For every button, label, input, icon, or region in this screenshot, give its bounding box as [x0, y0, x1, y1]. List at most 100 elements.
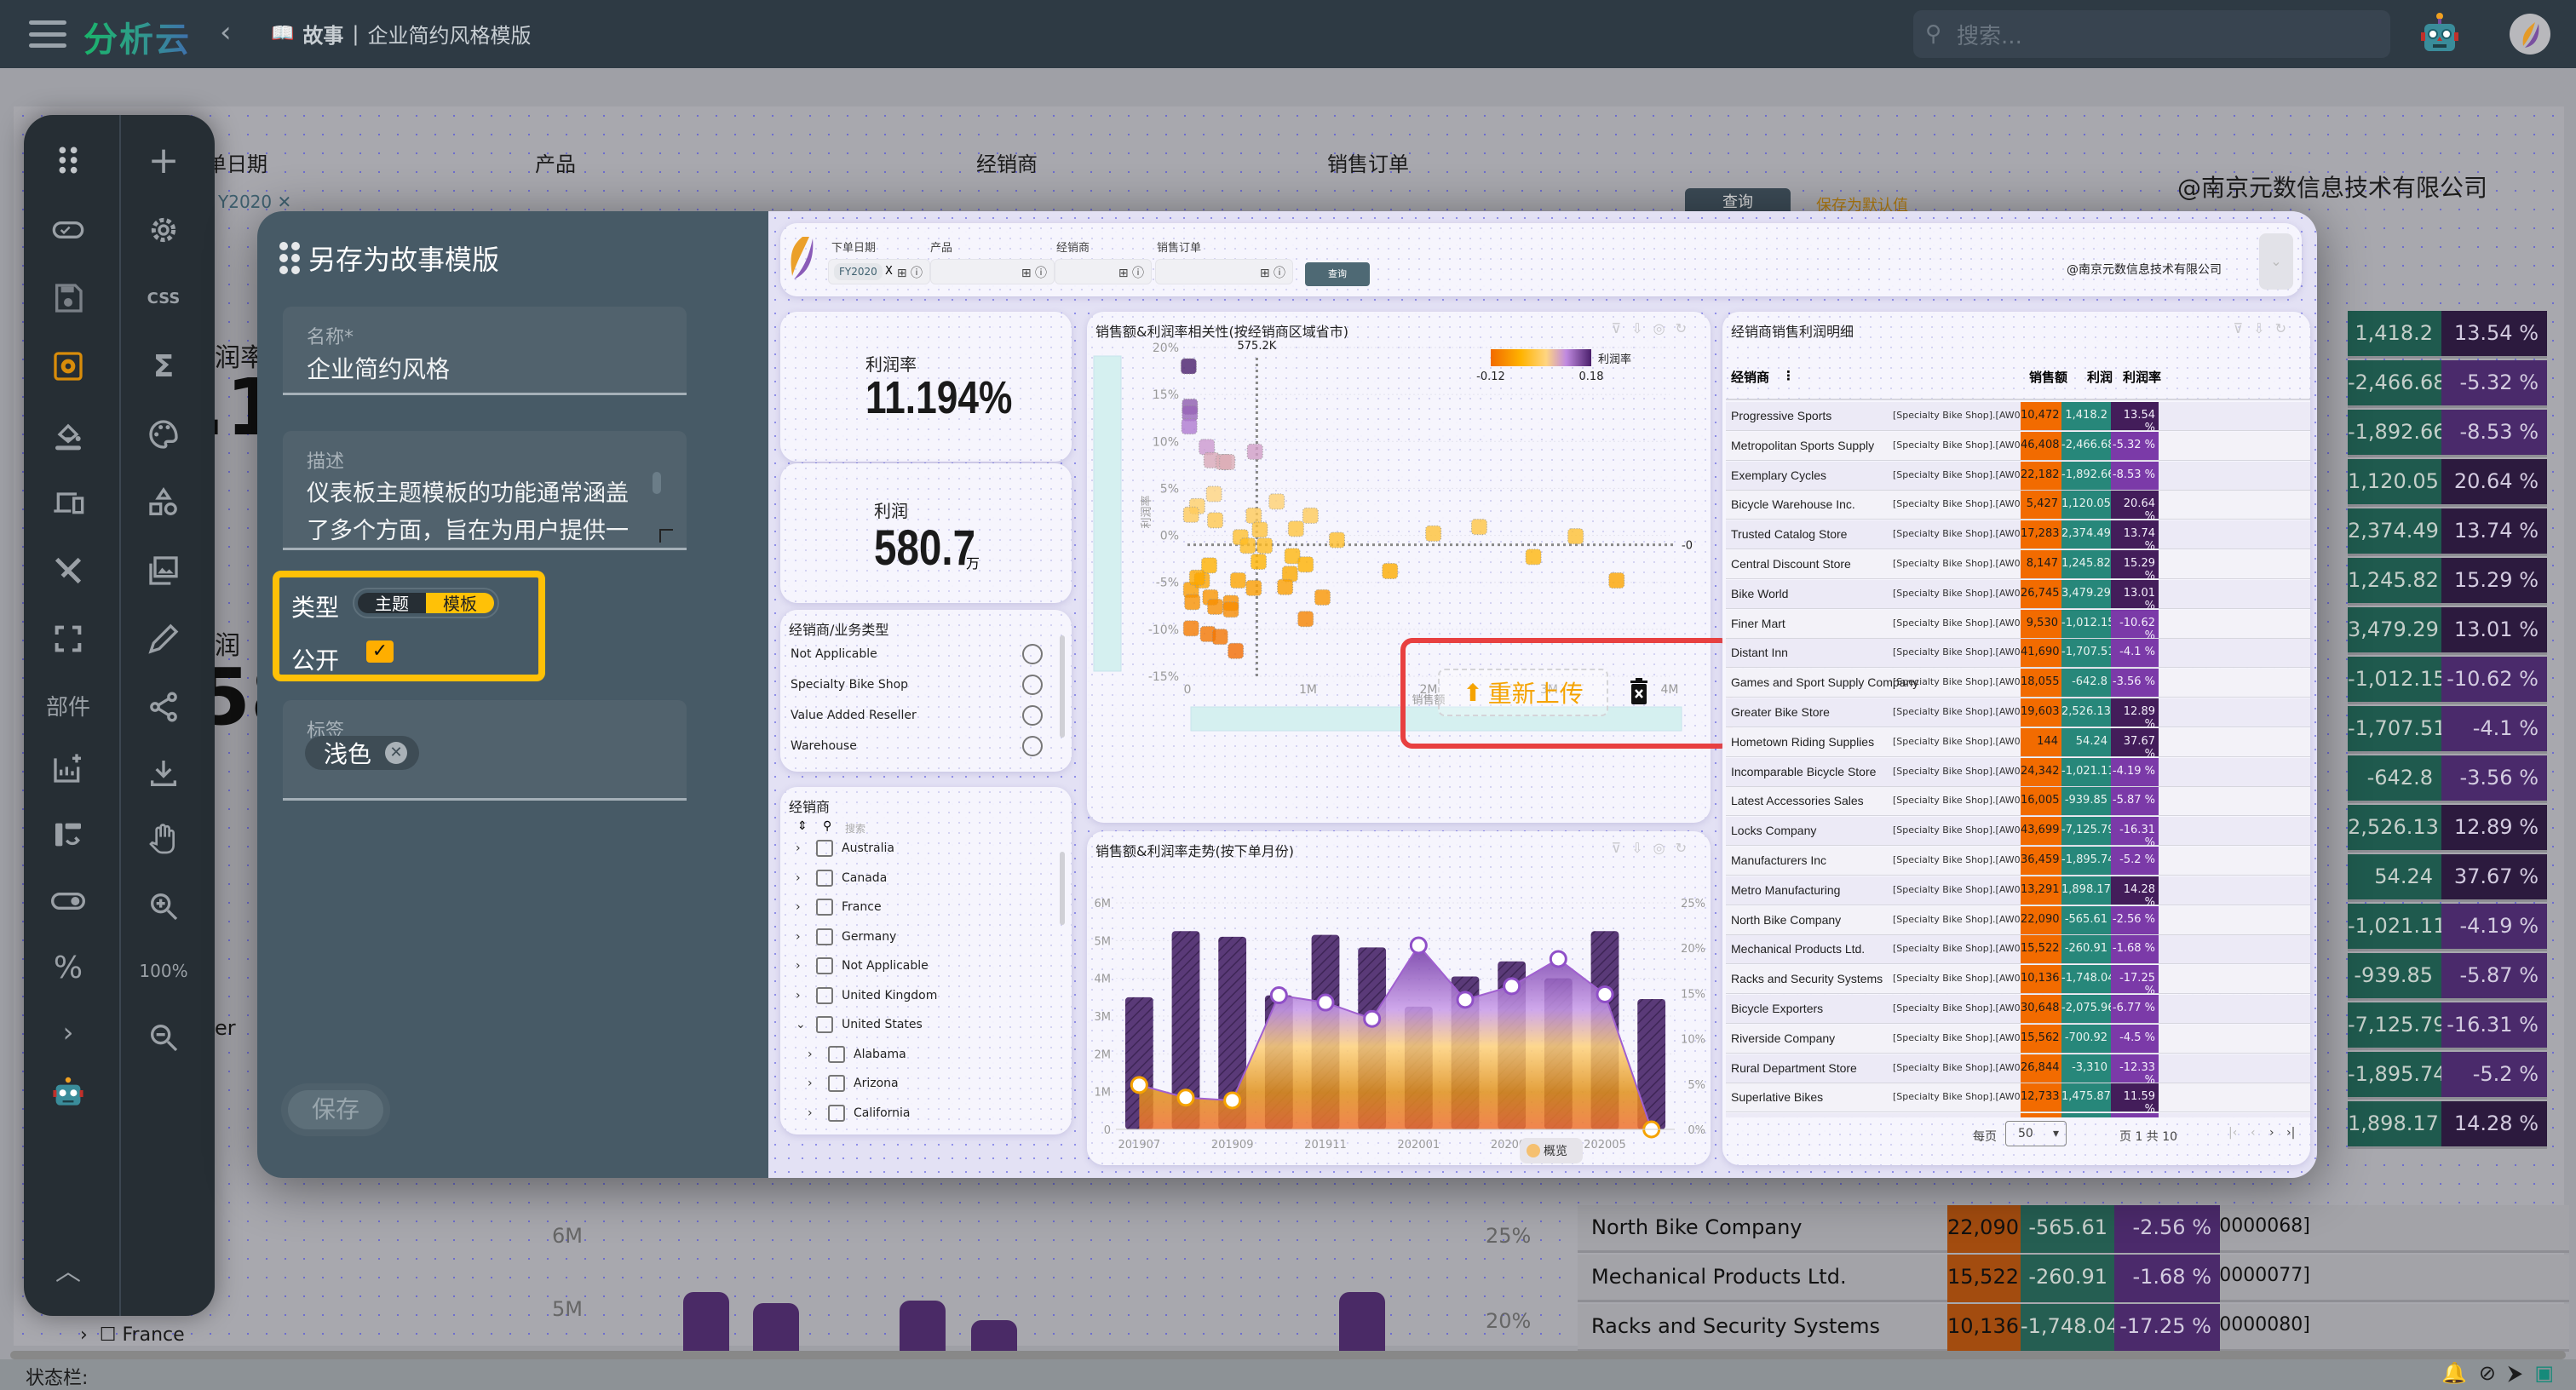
table-row[interactable]: Progressive Sports [Specialty Bike Shop].… — [1726, 402, 2310, 434]
business-type-option[interactable]: Specialty Bike Shop — [791, 678, 908, 692]
global-search[interactable]: ⚲ 搜索... — [1913, 10, 2390, 58]
tree-item[interactable]: › Australia — [796, 840, 894, 857]
scatter-point[interactable] — [1470, 519, 1487, 536]
table-row[interactable]: Incomparable Bicycle Store [Specialty Bik… — [1726, 757, 2310, 787]
expand-chevron-icon[interactable]: › — [808, 1077, 819, 1090]
filter-dealer-input[interactable]: ⊞ ⓘ — [1055, 259, 1152, 284]
scatter-point[interactable] — [1525, 549, 1542, 566]
table-toolbar-icons[interactable]: ⊽⇩↻ — [2233, 320, 2297, 336]
tree-item[interactable]: › Not Applicable — [796, 957, 929, 974]
table-row[interactable]: Rural Department Store [Specialty Bike Sh… — [1726, 1054, 2310, 1087]
table-row[interactable]: Racks and Security Systems [Specialty Bik… — [1726, 965, 2310, 997]
profit-rate-point[interactable] — [1130, 1076, 1148, 1094]
profit-rate-point[interactable] — [1409, 936, 1428, 955]
save-icon[interactable] — [43, 277, 94, 319]
expand-chevron-icon[interactable]: › — [796, 959, 808, 973]
horizontal-scrollbar[interactable] — [10, 1351, 2566, 1359]
scatter-point[interactable] — [1181, 418, 1198, 435]
profit-rate-point[interactable] — [1363, 1009, 1382, 1028]
table-row[interactable]: Latest Accessories Sales [Specialty Bike … — [1726, 787, 2310, 817]
user-avatar[interactable] — [2510, 14, 2550, 55]
table-row[interactable]: Bike World [Specialty Bike Shop].[AW00000… — [1726, 579, 2310, 612]
expand-chevron-icon[interactable]: ⌄ — [796, 1018, 808, 1031]
table-row[interactable]: Trusted Catalog Store [Specialty Bike Sho… — [1726, 520, 2310, 553]
scatter-point[interactable] — [1302, 507, 1319, 524]
tree-checkbox[interactable] — [828, 1075, 845, 1092]
name-field-value[interactable]: 企业简约风格 — [307, 351, 450, 388]
layers-off-icon[interactable]: ⊘ — [2479, 1361, 2496, 1385]
tree-checkbox[interactable] — [816, 899, 833, 916]
scatter-point[interactable] — [1180, 358, 1197, 375]
tree-checkbox[interactable] — [828, 1104, 845, 1122]
expand-chevron-icon[interactable]: › — [796, 900, 808, 914]
textarea-scrollbar[interactable] — [653, 472, 661, 494]
scatter-point[interactable] — [1211, 629, 1228, 646]
save-button[interactable]: 保存 — [288, 1090, 383, 1129]
scatter-point[interactable] — [1228, 642, 1245, 659]
profit-rate-point[interactable] — [1549, 950, 1567, 968]
add-chart-icon[interactable] — [43, 747, 94, 790]
visual-map-bar[interactable] — [1491, 349, 1591, 366]
expand-chevron-icon[interactable]: › — [808, 1048, 819, 1061]
tree-checkbox[interactable] — [816, 869, 833, 887]
scatter-point[interactable] — [1222, 601, 1239, 618]
table-row[interactable]: Locks Company [Specialty Bike Shop].[AW00… — [1726, 817, 2310, 849]
expand-chevron-icon[interactable]: › — [43, 1011, 94, 1054]
scatter-point[interactable] — [1205, 485, 1222, 503]
table-row[interactable]: Mechanical Products Ltd. [Specialty Bike … — [1726, 935, 2310, 965]
tree-item[interactable]: › Alabama — [808, 1045, 906, 1063]
radio-button[interactable] — [1022, 644, 1043, 664]
tree-item[interactable]: › France — [796, 899, 882, 916]
tree-item[interactable]: ⌄ United States — [796, 1016, 923, 1033]
settings-box-icon[interactable] — [43, 345, 94, 388]
back-chevron-icon[interactable]: ‹ — [220, 15, 232, 49]
tree-item[interactable]: › Canada — [796, 869, 887, 887]
column-header-sales[interactable]: 销售额 — [2029, 368, 2067, 386]
column-header-dealer[interactable]: 经销商 — [1731, 368, 1769, 386]
paint-bucket-icon[interactable] — [43, 413, 94, 456]
table-row[interactable]: Finer Mart [Specialty Bike Shop].[AW00000… — [1726, 609, 2310, 642]
filter-order-input[interactable]: ⊞ ⓘ — [1155, 259, 1293, 284]
scrollbar[interactable] — [1060, 852, 1065, 925]
scatter-point[interactable] — [1425, 525, 1442, 542]
table-row[interactable]: Bicycle Warehouse Inc. [Specialty Bike Sh… — [1726, 491, 2310, 523]
scatter-point[interactable] — [1229, 572, 1246, 589]
table-row[interactable]: Hometown Riding Supplies [Specialty Bike … — [1726, 727, 2310, 761]
zoom-in-icon[interactable] — [138, 885, 189, 928]
expand-chevron-icon[interactable]: › — [796, 989, 808, 1002]
tree-search-input[interactable]: 搜索 — [845, 821, 865, 836]
profit-rate-point[interactable] — [1456, 991, 1475, 1009]
table-row[interactable]: Bicycle Exporters [Specialty Bike Shop].[… — [1726, 995, 2310, 1024]
scatter-point[interactable] — [1256, 537, 1274, 554]
profit-rate-point[interactable] — [1503, 977, 1521, 996]
shapes-icon[interactable] — [138, 481, 189, 524]
edit-pencil-icon[interactable] — [138, 617, 189, 660]
hierarchy-help-icons[interactable]: ⊞ ⓘ — [897, 264, 923, 281]
y-datazoom-slider[interactable] — [1093, 355, 1122, 672]
percent-icon[interactable]: % — [43, 946, 94, 989]
tools-icon[interactable] — [43, 549, 94, 592]
tree-checkbox[interactable] — [816, 986, 833, 1004]
table-row[interactable]: Manufacturers Inc [Specialty Bike Shop].[… — [1726, 847, 2310, 876]
per-page-select[interactable]: 50 ▾ — [2005, 1121, 2067, 1146]
business-type-option[interactable]: Value Added Reseller — [791, 709, 917, 722]
scatter-point[interactable] — [1188, 569, 1205, 586]
scatter-point[interactable] — [1182, 506, 1199, 523]
robot-assistant-icon[interactable] — [2419, 12, 2460, 55]
scatter-point[interactable] — [1184, 594, 1201, 611]
collapse-filter-icon[interactable]: ⌄ — [2259, 233, 2293, 290]
expand-chevron-icon[interactable]: › — [808, 1106, 819, 1120]
delete-trash-icon[interactable] — [1629, 677, 1649, 706]
images-icon[interactable] — [138, 549, 189, 592]
tree-checkbox[interactable] — [816, 957, 833, 974]
scatter-point[interactable] — [1382, 562, 1399, 579]
description-textarea[interactable]: 仪表板主题模板的功能通常涵盖了多个方面，旨在为用户提供一种便捷且 — [307, 475, 647, 554]
fullscreen-icon[interactable] — [43, 617, 94, 660]
column-header-rate[interactable]: 利润率 — [2123, 368, 2161, 386]
first-page-icon[interactable]: |‹ — [2228, 1126, 2237, 1140]
prev-page-icon[interactable]: ‹ — [2251, 1126, 2256, 1140]
expand-chevron-icon[interactable]: › — [796, 930, 808, 944]
scatter-point[interactable] — [1207, 512, 1224, 529]
type-option-theme[interactable]: 主题 — [358, 593, 426, 614]
profit-rate-point[interactable] — [1596, 985, 1614, 1003]
